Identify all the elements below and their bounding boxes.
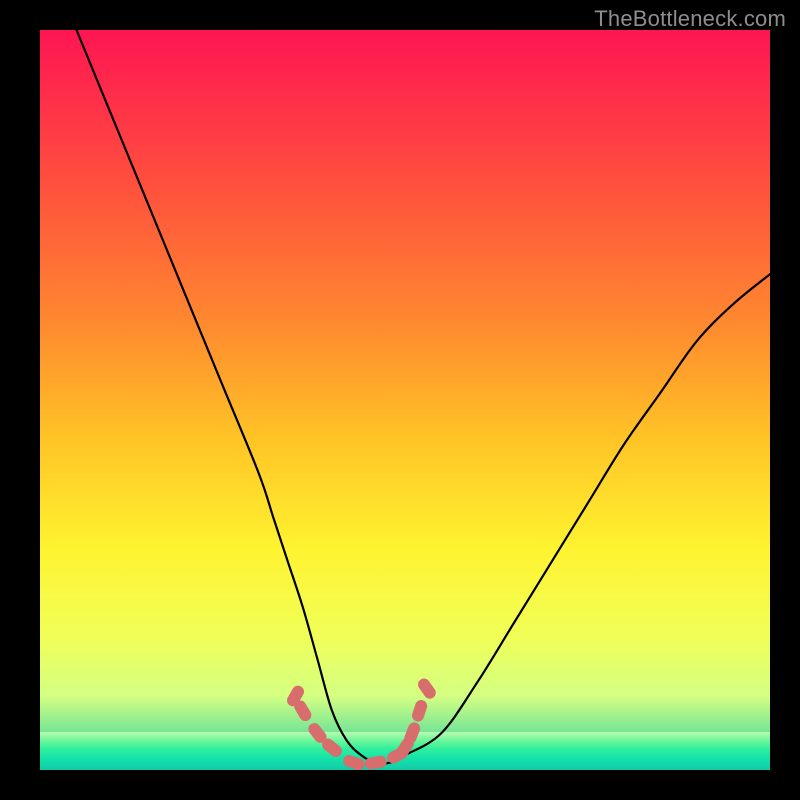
plot-area: [40, 30, 770, 770]
marker-blob: [410, 698, 428, 723]
chart-frame: TheBottleneck.com: [0, 0, 800, 800]
marker-blob: [416, 676, 438, 701]
curve-layer: [40, 30, 770, 770]
bottleneck-curve: [77, 30, 771, 764]
watermark-text: TheBottleneck.com: [594, 6, 786, 32]
marker-blob: [364, 755, 388, 770]
